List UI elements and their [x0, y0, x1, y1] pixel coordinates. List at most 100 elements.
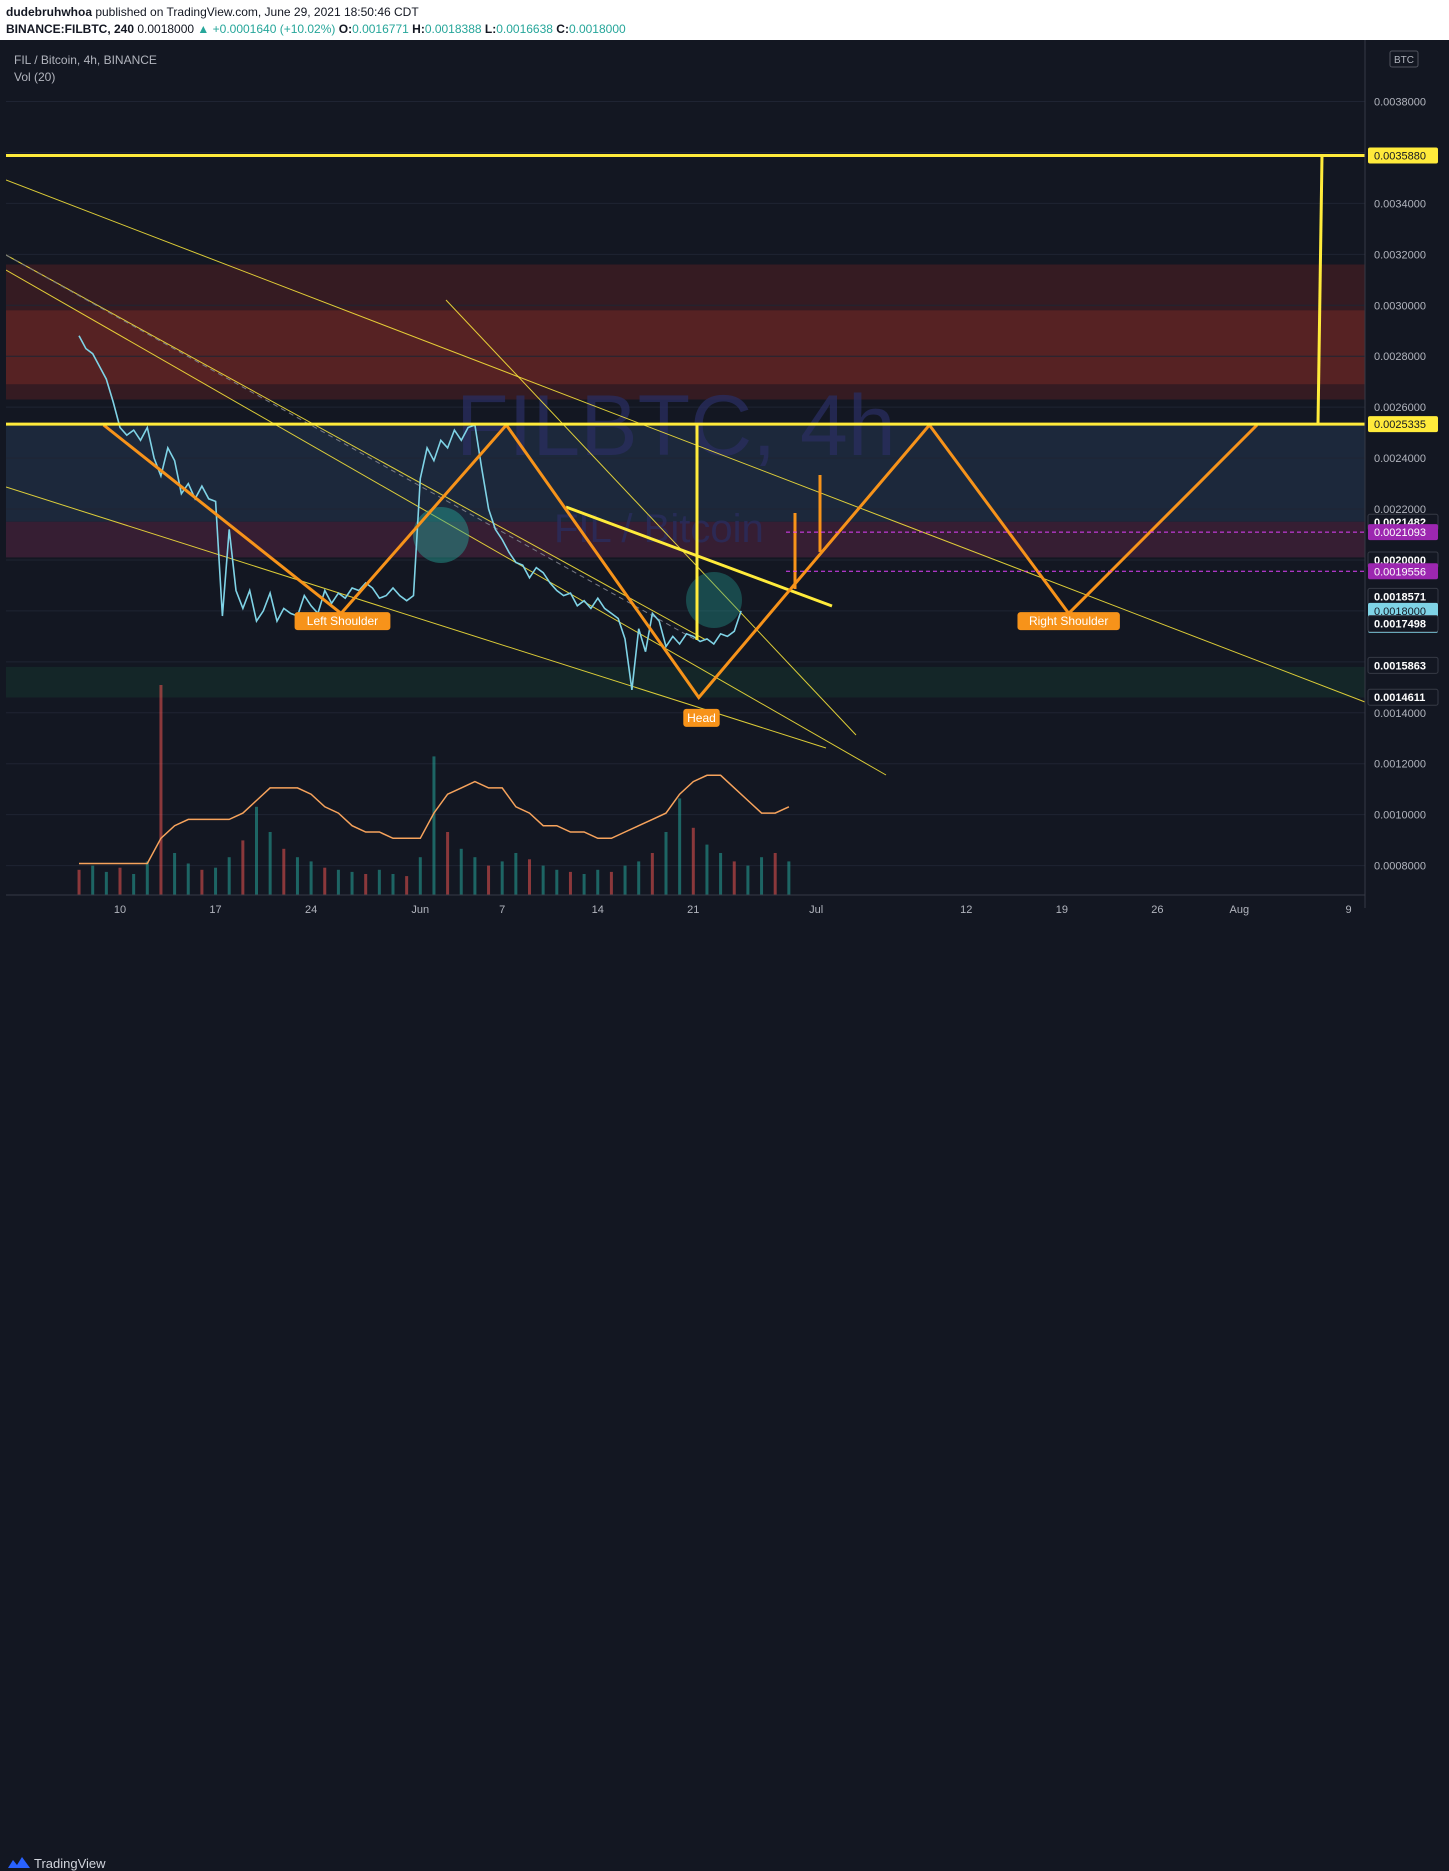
volume-bar: [309, 861, 313, 895]
time-tick-label: 10: [114, 904, 126, 916]
volume-bar: [773, 853, 777, 895]
pattern-label: Head: [687, 711, 716, 725]
volume-bar: [350, 871, 354, 895]
price-label: 0.0018571: [1374, 591, 1426, 603]
volume-legend[interactable]: Vol (20): [14, 70, 55, 84]
price-label: 0.0015863: [1374, 660, 1426, 672]
volume-bar: [104, 871, 108, 895]
price-change: ▲ +0.0001640 (+10.02%): [197, 22, 336, 36]
volume-bar: [159, 685, 163, 895]
open-value: 0.0016771: [352, 22, 409, 36]
price-tick-label: 0.0014000: [1374, 708, 1426, 720]
open-label: O:: [335, 22, 353, 36]
chart-area[interactable]: FILBTC, 4h FIL / Bitcoin Left Shoulder He…: [5, 40, 1443, 922]
high-value: 0.0018388: [424, 22, 482, 36]
volume-bar: [432, 756, 436, 895]
time-tick-label: 21: [687, 904, 699, 916]
volume-bar: [364, 874, 368, 895]
resistance-zone: [6, 310, 1365, 385]
tradingview-brand[interactable]: TradingView: [34, 1856, 106, 1871]
volume-bar: [719, 853, 723, 895]
volume-bar: [295, 857, 299, 895]
volume-bar: [787, 861, 791, 895]
volume-bar: [391, 874, 395, 895]
volume-bar: [255, 806, 258, 895]
time-tick-label: 9: [1345, 904, 1351, 916]
low-value: 0.0016638: [496, 22, 553, 36]
volume-bar: [405, 876, 409, 895]
time-tick-label: Jun: [411, 904, 429, 916]
volume-bar: [637, 861, 641, 895]
volume-bar: [418, 857, 422, 895]
close-label: C:: [552, 22, 569, 36]
tradingview-logo-icon[interactable]: [8, 1856, 30, 1870]
price-label: 0.0035880: [1374, 150, 1426, 162]
volume-bar: [760, 857, 764, 895]
time-tick-label: 17: [209, 904, 221, 916]
volume-bar: [596, 869, 600, 895]
volume-bar: [214, 867, 218, 895]
volume-bar: [282, 848, 286, 895]
demand-zone: [6, 666, 1365, 698]
volume-bar: [691, 827, 695, 895]
volume-bar: [541, 865, 545, 895]
price-tick-label: 0.0010000: [1374, 810, 1426, 822]
last-price: 0.0018000: [134, 22, 198, 36]
watermark-symbol: FILBTC, 4h: [456, 378, 896, 474]
volume-bar: [664, 832, 668, 895]
volume-bar: [446, 832, 450, 895]
legend-title[interactable]: FIL / Bitcoin, 4h, BINANCE: [14, 53, 157, 67]
volume-bar: [227, 857, 231, 895]
time-tick-label: 12: [960, 904, 972, 916]
price-label: 0.0021093: [1374, 527, 1426, 539]
price-label: 0.0019556: [1374, 566, 1426, 578]
time-tick-label: Jul: [809, 904, 823, 916]
volume-bar: [487, 865, 491, 895]
volume-bar: [500, 861, 504, 895]
volume-bar: [323, 867, 327, 895]
volume-bar: [91, 865, 95, 895]
volume-bar: [678, 798, 682, 895]
price-tick-label: 0.0026000: [1374, 402, 1426, 414]
volume-bar: [582, 874, 586, 895]
price-tick-label: 0.0038000: [1374, 97, 1426, 109]
green-highlight-circle: [686, 572, 742, 628]
price-chart[interactable]: FILBTC, 4h FIL / Bitcoin Left ShoulderHe…: [5, 40, 1443, 922]
volume-bar: [555, 869, 559, 895]
published-text: published on TradingView.com, June 29, 2…: [92, 5, 419, 19]
volume-bar: [241, 840, 245, 895]
volume-bar: [336, 869, 340, 895]
publisher-name[interactable]: dudebruhwhoa: [6, 5, 92, 19]
close-value: 0.0018000: [568, 22, 626, 36]
volume-bar: [173, 853, 177, 895]
footer: TradingView: [0, 922, 1449, 1871]
volume-bar: [145, 861, 149, 895]
currency-label: BTC: [1394, 55, 1414, 66]
price-tick-label: 0.0008000: [1374, 861, 1426, 873]
volume-bar: [132, 874, 136, 895]
price-axis[interactable]: [1365, 40, 1443, 908]
volume-bar: [186, 863, 190, 895]
price-tick-label: 0.0028000: [1374, 351, 1426, 363]
pattern-label: Right Shoulder: [1029, 614, 1108, 628]
high-label: H:: [408, 22, 425, 36]
volume-bar: [623, 865, 627, 895]
time-tick-label: Aug: [1230, 904, 1250, 916]
low-label: L:: [481, 22, 497, 36]
time-tick-label: 14: [592, 904, 604, 916]
price-tick-label: 0.0030000: [1374, 300, 1426, 312]
price-label: 0.0025335: [1374, 419, 1426, 431]
green-highlight-circle: [413, 507, 469, 563]
time-tick-label: 24: [305, 904, 317, 916]
volume-bar: [746, 865, 750, 895]
symbol-label: BINANCE:FILBTC, 240: [6, 22, 135, 36]
volume-bar: [732, 861, 736, 895]
ohlc-line: BINANCE:FILBTC, 240 0.0018000 ▲ +0.00016…: [6, 22, 626, 36]
volume-bar: [650, 853, 654, 895]
price-tick-label: 0.0034000: [1374, 198, 1426, 210]
volume-bar: [528, 859, 531, 895]
volume-bar: [459, 848, 463, 895]
price-tick-label: 0.0012000: [1374, 759, 1426, 771]
price-tick-label: 0.0024000: [1374, 453, 1426, 465]
volume-bar: [118, 867, 122, 895]
